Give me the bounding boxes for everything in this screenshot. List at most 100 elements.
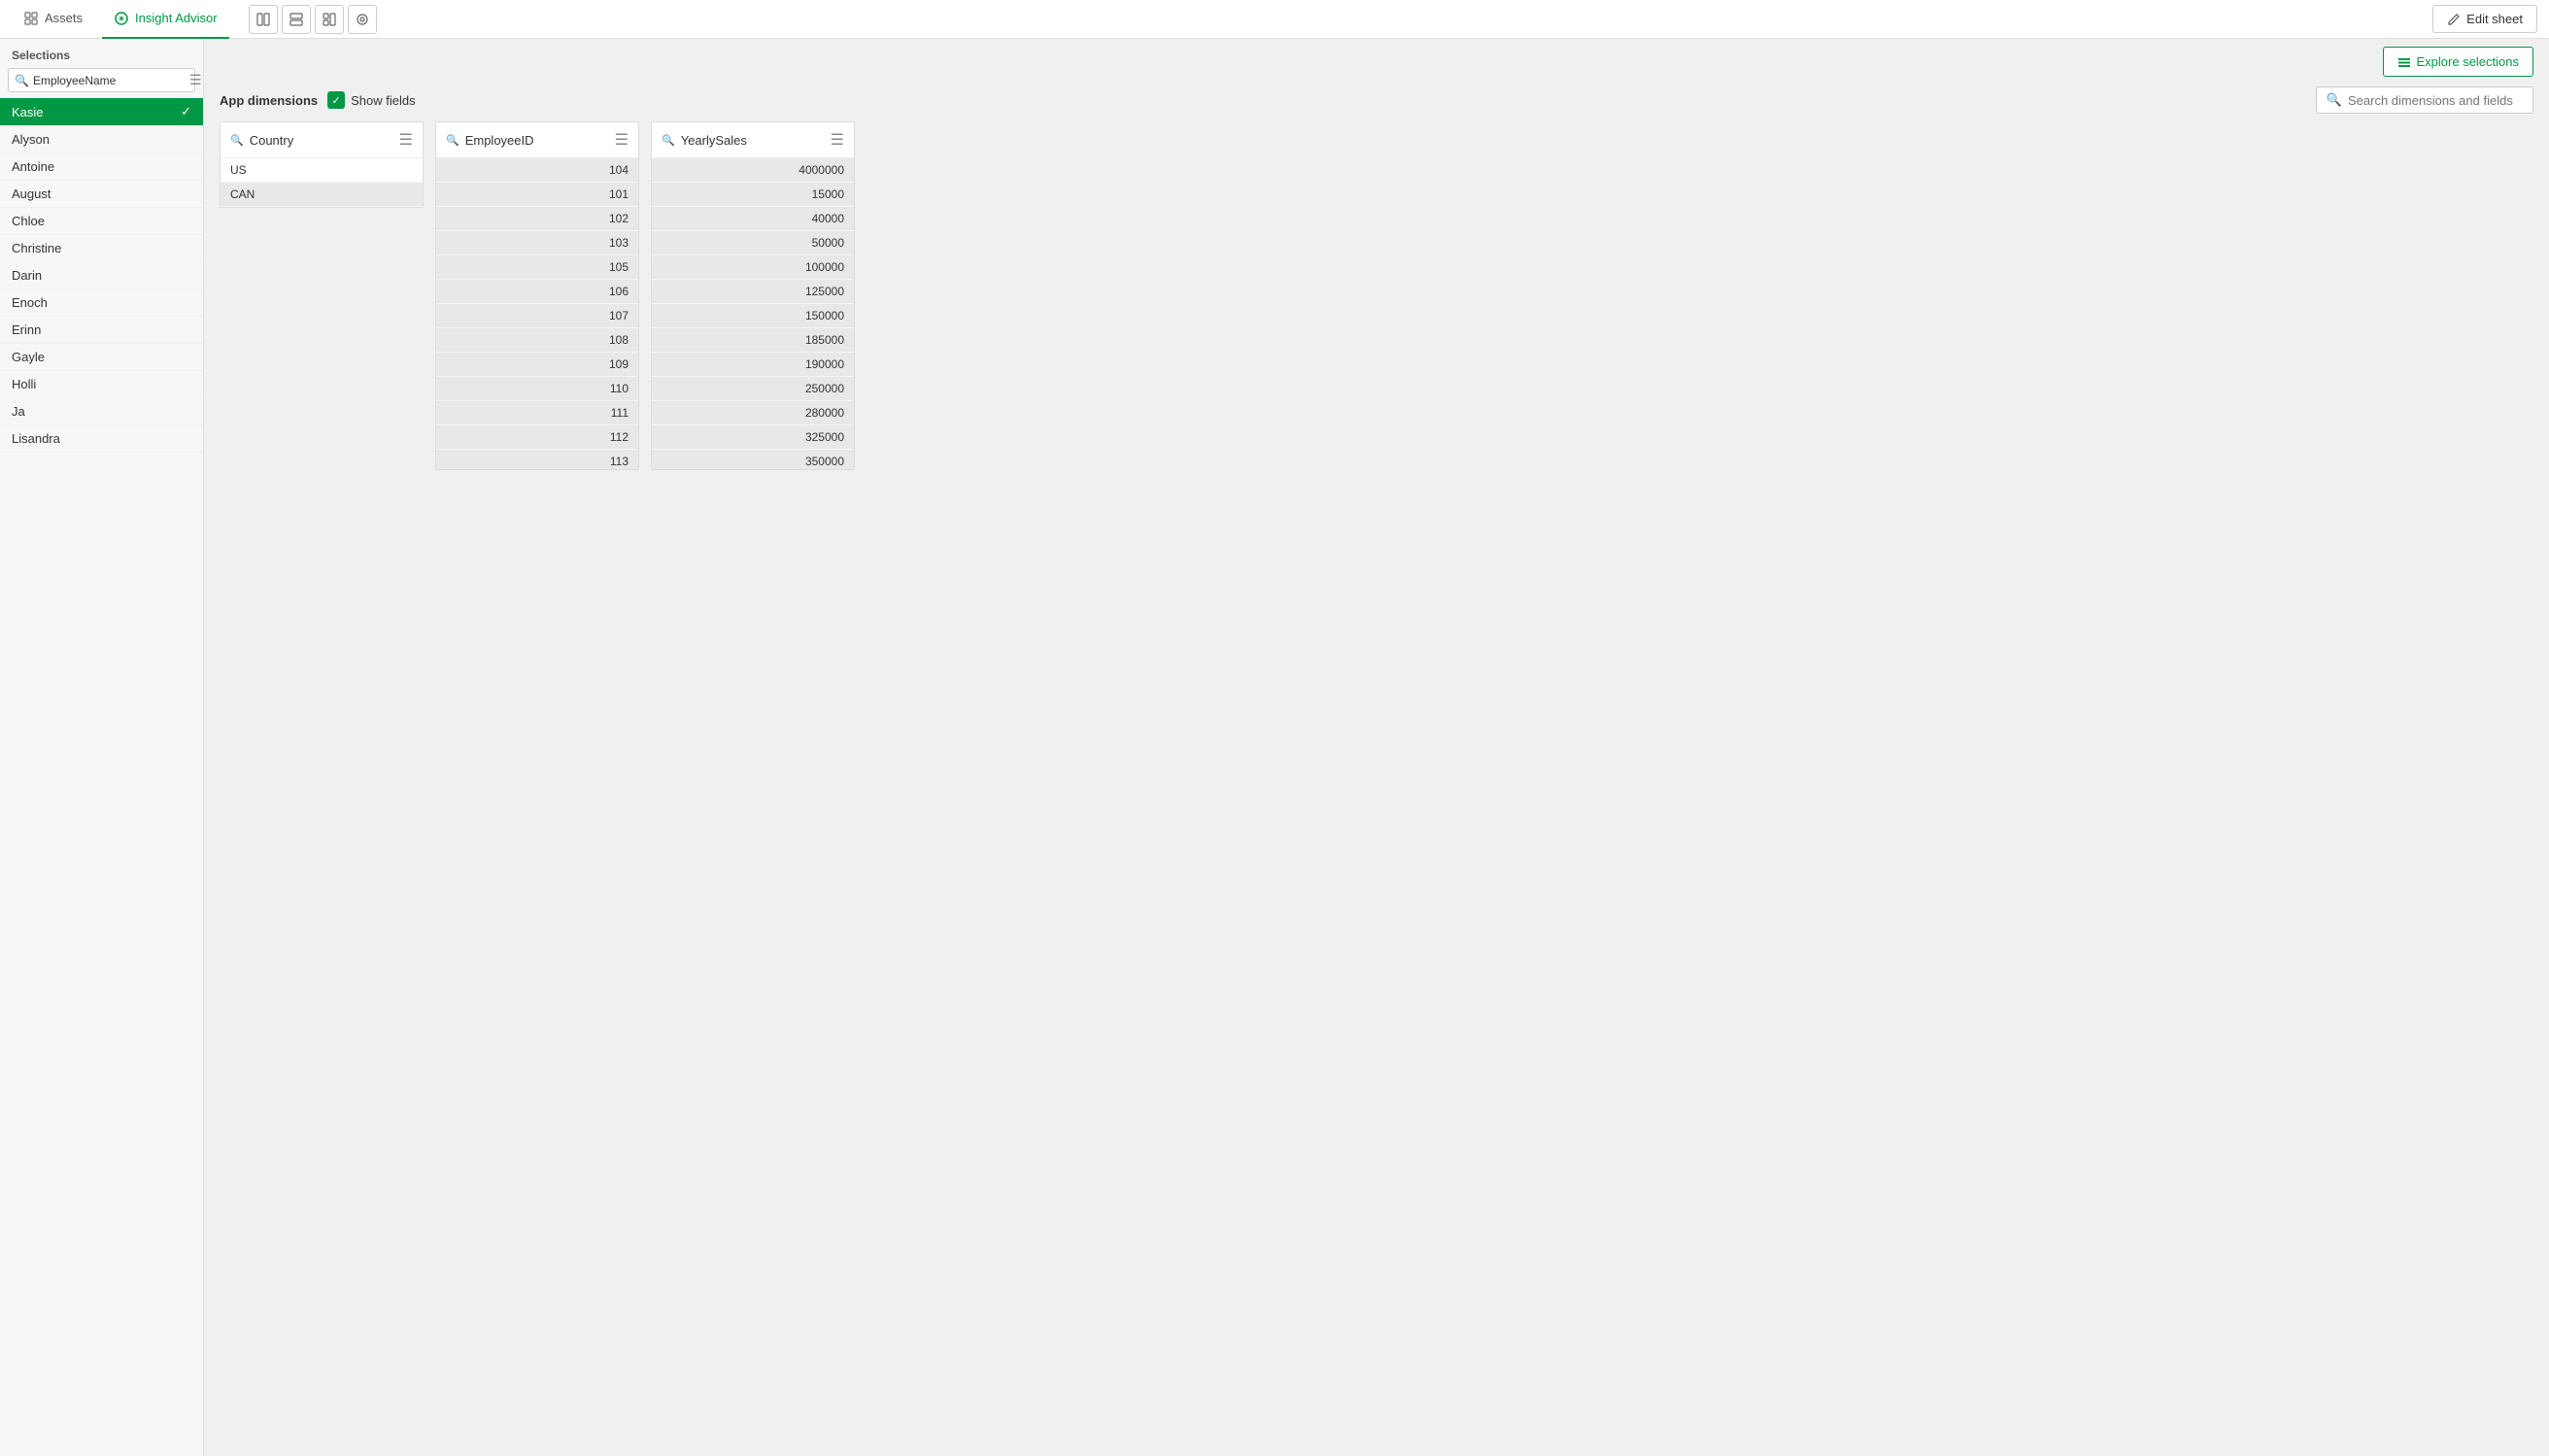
- selection-item[interactable]: Alyson: [0, 126, 203, 153]
- field-panel-header: 🔍 Country ☰: [221, 122, 423, 158]
- field-row[interactable]: 113: [436, 450, 638, 469]
- field-row[interactable]: 250000: [652, 377, 854, 401]
- field-row[interactable]: 108: [436, 328, 638, 353]
- insight-advisor-icon: [114, 11, 129, 26]
- field-panel-header: 🔍 YearlySales ☰: [652, 122, 854, 158]
- top-selections-bar: Explore selections: [204, 39, 2549, 77]
- field-row[interactable]: 102: [436, 207, 638, 231]
- dimensions-header-left: App dimensions ✓ Show fields: [220, 91, 416, 109]
- selection-item-label: Darin: [12, 268, 42, 283]
- field-rows: 104101102103105106107108109110111112113: [436, 158, 638, 469]
- field-row[interactable]: 111: [436, 401, 638, 425]
- field-row[interactable]: 106: [436, 280, 638, 304]
- field-panel: 🔍 YearlySales ☰ 400000015000400005000010…: [651, 121, 855, 470]
- selection-item[interactable]: Kasie✓: [0, 98, 203, 126]
- field-row[interactable]: 109: [436, 353, 638, 377]
- field-row[interactable]: 40000: [652, 207, 854, 231]
- toolbar-icon-1[interactable]: [249, 5, 278, 34]
- selections-search-input[interactable]: [33, 74, 184, 87]
- field-row[interactable]: 103: [436, 231, 638, 255]
- field-row[interactable]: 101: [436, 183, 638, 207]
- field-panel-name: EmployeeID: [465, 133, 534, 148]
- tab-insight-advisor[interactable]: Insight Advisor: [102, 0, 229, 39]
- toolbar-icon-3[interactable]: [315, 5, 344, 34]
- field-row[interactable]: 190000: [652, 353, 854, 377]
- selection-item[interactable]: Gayle: [0, 344, 203, 371]
- selection-item-label: Antoine: [12, 159, 54, 174]
- selection-item-label: Ja: [12, 404, 25, 419]
- toolbar-icon-4[interactable]: [348, 5, 377, 34]
- field-row[interactable]: 15000: [652, 183, 854, 207]
- field-rows: 4000000150004000050000100000125000150000…: [652, 158, 854, 469]
- search-actions: ☰ ✕: [187, 72, 204, 88]
- selection-item-label: Holli: [12, 377, 36, 391]
- selection-item[interactable]: Ja: [0, 398, 203, 425]
- assets-icon: [23, 11, 39, 26]
- selections-search-box: 🔍 ☰ ✕: [8, 68, 195, 92]
- field-rows: USCAN: [221, 158, 423, 207]
- search-dims-icon: 🔍: [2327, 92, 2342, 108]
- field-search-icon: 🔍: [662, 134, 675, 147]
- field-panel-title: 🔍 YearlySales: [662, 133, 747, 148]
- edit-sheet-button[interactable]: Edit sheet: [2432, 5, 2537, 33]
- field-row[interactable]: 350000: [652, 450, 854, 469]
- field-row[interactable]: 185000: [652, 328, 854, 353]
- selection-item[interactable]: Erinn: [0, 317, 203, 344]
- checkmark-icon: ✓: [181, 104, 191, 119]
- selection-item[interactable]: Darin: [0, 262, 203, 289]
- field-row[interactable]: 107: [436, 304, 638, 328]
- field-row[interactable]: 150000: [652, 304, 854, 328]
- search-dimensions-input[interactable]: [2348, 93, 2523, 108]
- left-panel: Selections 🔍 ☰ ✕ Kasie✓ Alyson Antoine Augu…: [0, 39, 204, 1456]
- field-row[interactable]: 105: [436, 255, 638, 280]
- tab-assets[interactable]: Assets: [12, 0, 94, 39]
- search-dimensions-box: 🔍: [2316, 86, 2533, 114]
- selection-item[interactable]: August: [0, 181, 203, 208]
- top-bar-left: Assets Insight Advisor: [12, 0, 377, 39]
- selection-item-label: Erinn: [12, 322, 41, 337]
- selections-title: Selections: [0, 39, 203, 68]
- field-panel-title: 🔍 EmployeeID: [446, 133, 534, 148]
- selection-item[interactable]: Christine: [0, 235, 203, 262]
- field-row[interactable]: 50000: [652, 231, 854, 255]
- field-panel-title: 🔍 Country: [230, 133, 293, 148]
- selection-item-label: Alyson: [12, 132, 50, 147]
- toolbar-icon-2[interactable]: [282, 5, 311, 34]
- selection-item-label: Enoch: [12, 295, 48, 310]
- field-row[interactable]: 280000: [652, 401, 854, 425]
- field-row[interactable]: 125000: [652, 280, 854, 304]
- field-row[interactable]: 4000000: [652, 158, 854, 183]
- field-panels: 🔍 Country ☰ USCAN 🔍 EmployeeID ☰ 1041011…: [204, 121, 2549, 486]
- explore-selections-button[interactable]: Explore selections: [2383, 47, 2534, 77]
- selection-item[interactable]: Enoch: [0, 289, 203, 317]
- field-panel-header: 🔍 EmployeeID ☰: [436, 122, 638, 158]
- selection-item-label: Lisandra: [12, 431, 60, 446]
- show-fields-text: Show fields: [351, 93, 415, 108]
- tab-insight-advisor-label: Insight Advisor: [135, 11, 218, 25]
- selection-item[interactable]: Chloe: [0, 208, 203, 235]
- app-dimensions-title: App dimensions: [220, 93, 318, 108]
- search-icon: 🔍: [15, 74, 29, 87]
- selection-item[interactable]: Lisandra: [0, 425, 203, 453]
- field-panel: 🔍 EmployeeID ☰ 1041011021031051061071081…: [435, 121, 639, 470]
- field-row[interactable]: 100000: [652, 255, 854, 280]
- show-fields-checkbox[interactable]: ✓: [327, 91, 345, 109]
- field-panel-menu-btn[interactable]: ☰: [615, 130, 629, 150]
- show-fields-label[interactable]: ✓ Show fields: [327, 91, 415, 109]
- right-content: Explore selections App dimensions ✓ Show…: [204, 39, 2549, 1456]
- field-row[interactable]: 325000: [652, 425, 854, 450]
- field-row[interactable]: CAN: [221, 183, 423, 207]
- selection-item[interactable]: Holli: [0, 371, 203, 398]
- field-panel-menu-btn[interactable]: ☰: [399, 130, 413, 150]
- field-panel-menu-btn[interactable]: ☰: [831, 130, 844, 150]
- selection-item-label: August: [12, 186, 51, 201]
- field-row[interactable]: US: [221, 158, 423, 183]
- field-row[interactable]: 104: [436, 158, 638, 183]
- list-view-btn[interactable]: ☰: [187, 72, 204, 88]
- field-search-icon: 🔍: [446, 134, 459, 147]
- selection-item[interactable]: Antoine: [0, 153, 203, 181]
- field-row[interactable]: 110: [436, 377, 638, 401]
- tab-assets-label: Assets: [45, 11, 83, 25]
- top-bar: Assets Insight Advisor: [0, 0, 2549, 39]
- field-row[interactable]: 112: [436, 425, 638, 450]
